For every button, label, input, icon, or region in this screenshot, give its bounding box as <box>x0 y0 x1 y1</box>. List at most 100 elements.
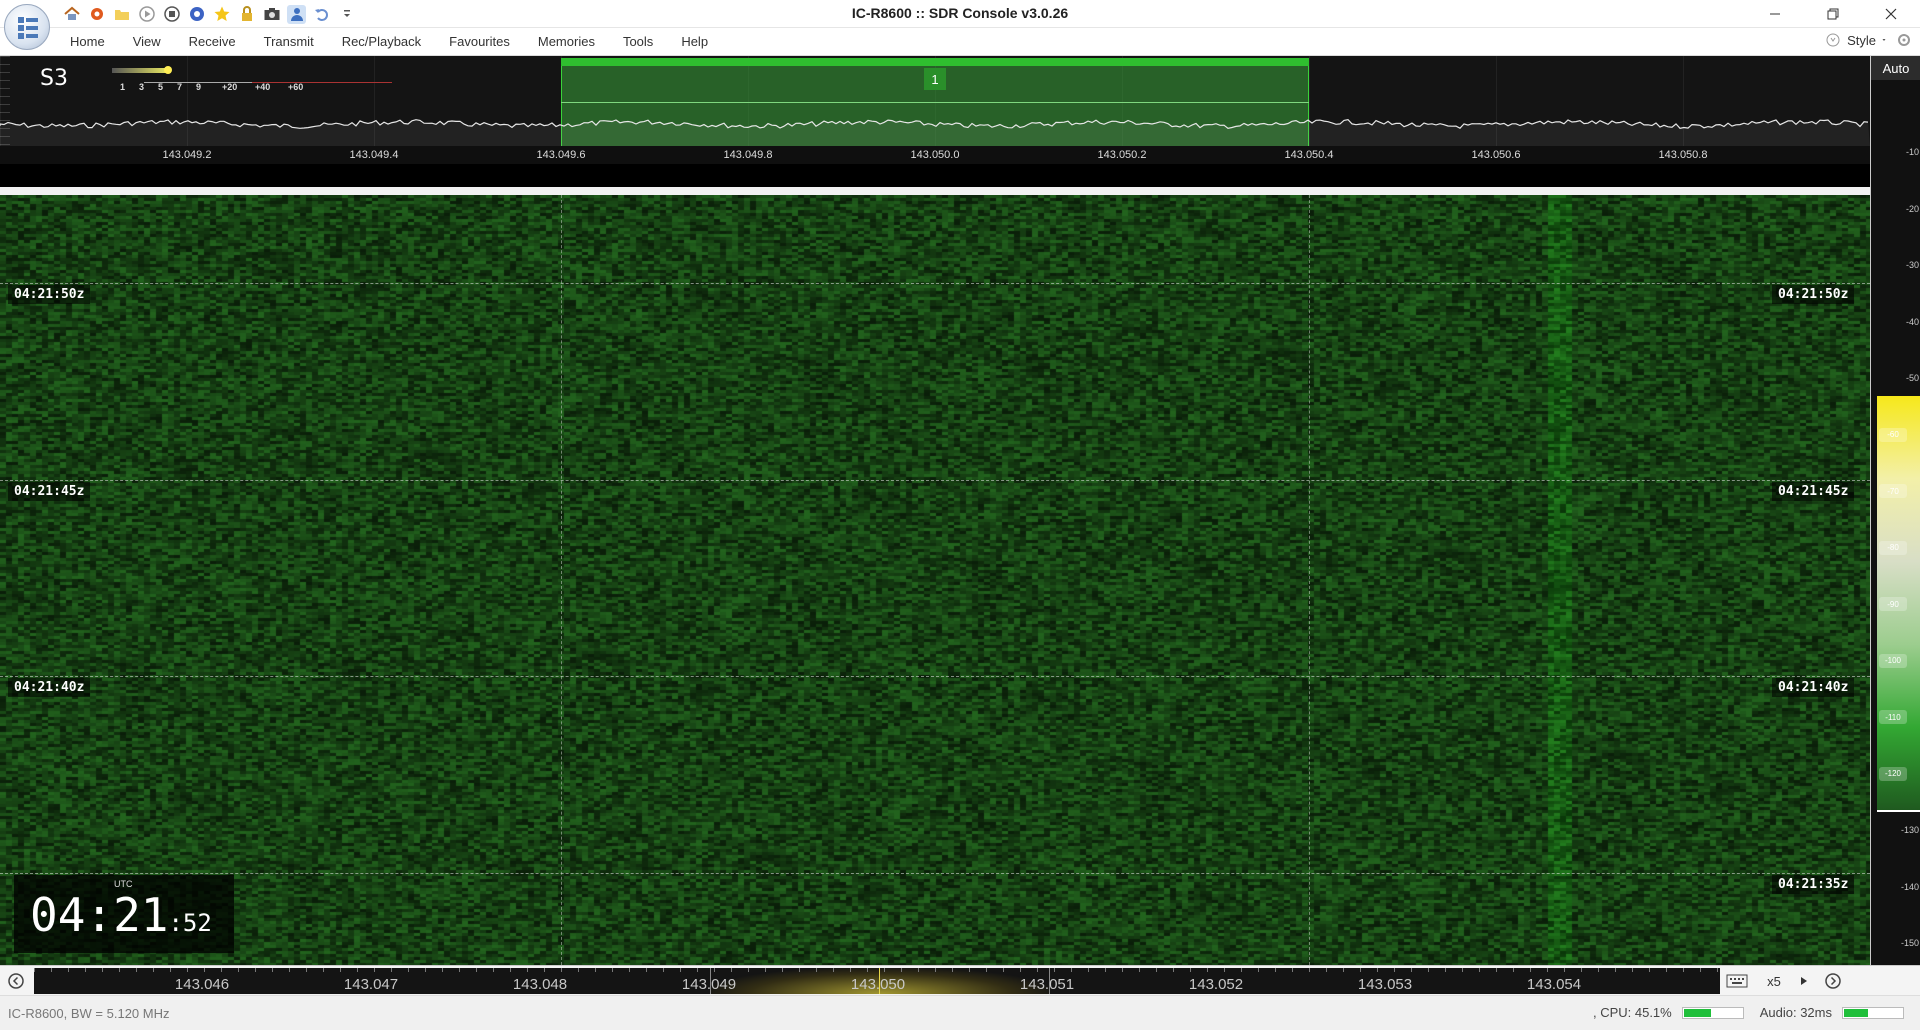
tuning-freq-label: 143.049 <box>681 976 737 993</box>
audio-label: Audio: 32ms <box>1759 1005 1832 1020</box>
tuning-freq-label: 143.046 <box>174 976 230 993</box>
close-button[interactable] <box>1862 0 1920 28</box>
waterfall-image <box>0 195 1870 965</box>
clock-time: 04:21:52 <box>30 889 212 949</box>
s-meter-tick: 1 <box>120 82 126 92</box>
scale-floor-marker[interactable] <box>1877 810 1920 812</box>
menu-item-receive[interactable]: Receive <box>175 34 250 49</box>
status-meters: , CPU: 45.1% Audio: 32ms <box>1593 1005 1904 1020</box>
menu-item-tools[interactable]: Tools <box>609 34 667 49</box>
app-logo-icon <box>18 17 38 39</box>
s-meter-reading: S3 <box>40 66 68 91</box>
minimize-button[interactable] <box>1746 0 1804 28</box>
cpu-meter-fill <box>1683 1008 1711 1017</box>
gear-icon[interactable] <box>1896 32 1912 48</box>
scale-level-label: -150 <box>1900 938 1919 948</box>
scale-level-label: -50 <box>1905 373 1919 383</box>
window-title: IC-R8600 :: SDR Console v3.0.26 <box>851 5 1069 21</box>
scale-level-label: -20 <box>1905 203 1919 214</box>
waterfall-time-line <box>0 283 1870 284</box>
spectrum-freq-label: 143.050.8 <box>1658 149 1708 161</box>
passband-edge-line <box>1309 195 1310 965</box>
style-menu[interactable]: Style <box>1825 32 1912 48</box>
s-meter-tick: +40 <box>255 82 271 92</box>
scale-level-label: -130 <box>1900 825 1919 835</box>
tuning-freq-label: 143.051 <box>1019 976 1075 993</box>
scale-level-label: -40 <box>1905 316 1919 327</box>
waterfall-time-line <box>0 873 1870 874</box>
menu-item-favourites[interactable]: Favourites <box>435 34 524 49</box>
tuning-controls: x5 <box>1724 969 1846 993</box>
waterfall-display[interactable]: UTC 04:21:52 04:21:50z 04:21:50z 04:21:45z… <box>0 195 1870 965</box>
clock-seconds: :52 <box>168 909 212 937</box>
scale-level-tag: -110 <box>1879 710 1907 724</box>
time-label-left: 04:21:40z <box>8 678 91 697</box>
audio-meter <box>1842 1006 1904 1019</box>
style-label: Style <box>1847 32 1876 48</box>
spectrum-freq-label: 143.050.0 <box>910 149 960 161</box>
menu-item-home[interactable]: Home <box>56 34 119 49</box>
spectrum-display[interactable]: 1 S3 1 3 5 7 9 +20 +40 +60 143.049.2 143.049.4 14… <box>0 56 1870 164</box>
time-label-right: 04:21:35z <box>1772 875 1855 894</box>
s-meter-peak <box>164 66 172 74</box>
cpu-label: , CPU: 45.1% <box>1592 1005 1672 1020</box>
spectrum-trace-fill <box>0 119 1870 146</box>
scale-level-tag: -80 <box>1879 540 1907 555</box>
spectrum-frequency-axis: 143.049.2 143.049.4 143.049.6 143.049.8 143.… <box>0 146 1870 164</box>
spectrum-freq-label: 143.050.2 <box>1097 149 1147 161</box>
scale-level-tag: -70 <box>1879 484 1907 498</box>
help-circle-icon[interactable] <box>1825 32 1841 48</box>
spectrum-freq-label: 143.049.8 <box>723 149 773 161</box>
waterfall-time-line <box>0 480 1870 481</box>
spectrum-freq-label: 143.049.6 <box>536 149 586 161</box>
menu-item-memories[interactable]: Memories <box>524 34 609 49</box>
spectrum-freq-label: 143.050.4 <box>1284 149 1334 161</box>
waterfall-time-line <box>0 676 1870 677</box>
chevron-left-icon <box>8 973 24 989</box>
menu-item-view[interactable]: View <box>119 34 175 49</box>
spectrum-freq-label: 143.049.4 <box>349 149 399 161</box>
zoom-dropdown-icon[interactable] <box>1798 970 1810 992</box>
tuning-bar: 143.046 143.047 143.048 143.049 143.050 143.0… <box>0 965 1920 995</box>
s-meter-tick: +60 <box>288 82 304 92</box>
radio-status: IC-R8600, BW = 5.120 MHz <box>8 1006 170 1021</box>
app-menu-button[interactable] <box>4 4 50 50</box>
time-label-left: 04:21:50z <box>8 285 91 304</box>
window-controls <box>1746 0 1920 28</box>
s-meter-tick: 9 <box>196 82 202 92</box>
chevron-down-icon[interactable] <box>1882 32 1890 48</box>
spectrum-freq-label: 143.049.2 <box>162 149 212 161</box>
scroll-right-button[interactable] <box>1820 970 1846 992</box>
status-bar: IC-R8600, BW = 5.120 MHz , CPU: 45.1% Au… <box>0 995 1920 1030</box>
scroll-left-button[interactable] <box>3 969 29 993</box>
s-meter-over-line <box>252 82 392 83</box>
s-meter-tick: 5 <box>158 82 164 92</box>
chevron-right-icon <box>1825 973 1841 989</box>
menu-item-help[interactable]: Help <box>667 34 722 49</box>
menu-item-rec-playback[interactable]: Rec/Playback <box>328 34 435 49</box>
utc-clock: UTC 04:21:52 <box>14 875 234 953</box>
panel-splitter[interactable] <box>0 187 1870 195</box>
scale-level-label: -30 <box>1905 260 1919 270</box>
s-meter-tick: 3 <box>139 82 145 92</box>
scale-level-tag: -60 <box>1879 427 1907 442</box>
zoom-level[interactable]: x5 <box>1760 974 1788 989</box>
keyboard-icon[interactable] <box>1724 970 1750 992</box>
menu-item-transmit[interactable]: Transmit <box>250 34 328 49</box>
s-meter-bar <box>112 68 168 73</box>
tuning-freq-label: 143.053 <box>1357 976 1413 993</box>
s-meter-scale <box>112 62 392 92</box>
tuning-strip[interactable]: 143.046 143.047 143.048 143.049 143.050 143.0… <box>34 968 1720 994</box>
auto-scale-button[interactable]: Auto <box>1871 56 1920 80</box>
scale-level-tag: -90 <box>1879 597 1907 611</box>
s-meter-tick: 7 <box>177 82 183 92</box>
restore-button[interactable] <box>1804 0 1862 28</box>
scale-level-label: -10 <box>1905 147 1919 157</box>
passband-edge-line <box>561 195 562 965</box>
scale-level-tag: -120 <box>1879 766 1907 781</box>
cpu-meter <box>1681 1006 1744 1019</box>
menu-bar: Home View Receive Transmit Rec/Playback Favou… <box>0 28 1920 56</box>
time-label-left: 04:21:45z <box>8 482 91 501</box>
spectrum-freq-label: 143.050.6 <box>1471 149 1521 161</box>
scale-level-tag: -100 <box>1879 653 1907 668</box>
